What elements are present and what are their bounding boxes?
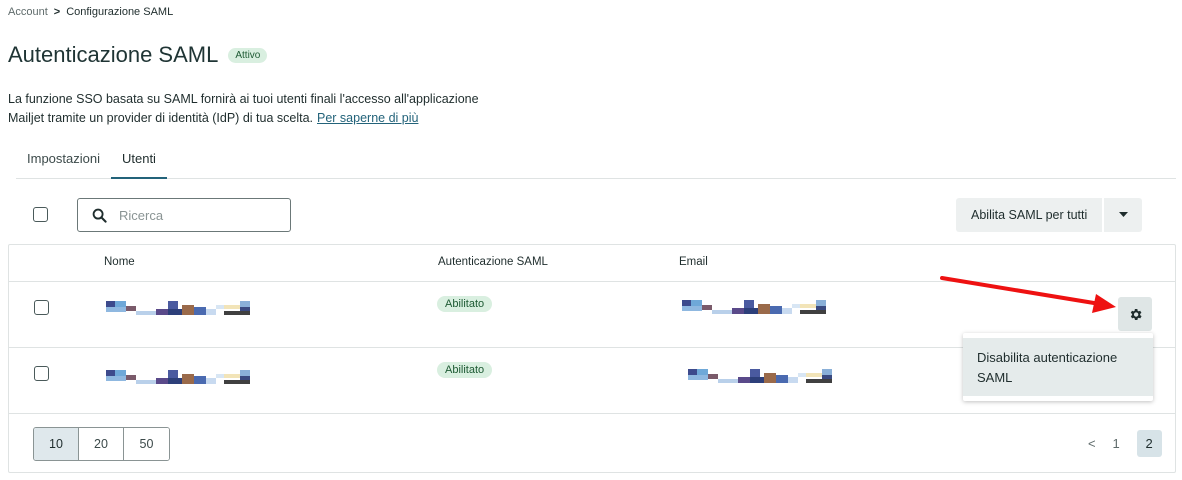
description-line-2: Mailjet tramite un provider di identità …	[8, 109, 568, 128]
row-checkbox[interactable]	[34, 366, 49, 381]
redacted-name	[106, 370, 250, 384]
column-header-name: Nome	[104, 256, 135, 268]
row-actions-menu: Disabilita autenticazione SAML	[963, 333, 1153, 401]
search-box[interactable]	[77, 198, 291, 232]
select-all-checkbox[interactable]	[33, 207, 48, 222]
page-size-10[interactable]: 10	[34, 428, 80, 460]
column-header-email: Email	[679, 256, 708, 268]
menu-item-disable-saml[interactable]: Disabilita autenticazione SAML	[963, 338, 1153, 396]
pagination: < 1 2	[1088, 430, 1162, 457]
breadcrumb-account-link[interactable]: Account	[8, 6, 48, 18]
search-input[interactable]	[119, 207, 269, 223]
breadcrumb: Account > Configurazione SAML	[8, 6, 173, 18]
caret-down-icon	[1118, 212, 1128, 217]
search-icon	[92, 208, 107, 223]
description-line-2-text: Mailjet tramite un provider di identità …	[8, 111, 313, 125]
prev-page-button[interactable]: <	[1088, 436, 1096, 451]
page-title: Autenticazione SAML	[8, 42, 219, 67]
annotation-arrow	[940, 276, 1116, 313]
breadcrumb-current: Configurazione SAML	[66, 6, 174, 18]
breadcrumb-separator: >	[53, 6, 61, 18]
page-size-50[interactable]: 50	[124, 428, 169, 460]
page-2-button[interactable]: 2	[1136, 430, 1162, 457]
row-actions-gear-button[interactable]	[1118, 297, 1152, 331]
redacted-email	[682, 300, 826, 314]
page-description: La funzione SSO basata su SAML fornirà a…	[8, 90, 568, 128]
description-line-1: La funzione SSO basata su SAML fornirà a…	[8, 92, 479, 106]
bulk-action-dropdown-button[interactable]	[1102, 198, 1143, 232]
enable-saml-all-button[interactable]: Abilita SAML per tutti	[956, 198, 1103, 232]
bulk-action-split-button: Abilita SAML per tutti	[956, 198, 1143, 232]
tab-bar: Impostazioni Utenti	[16, 146, 1176, 179]
title-row: Autenticazione SAML Attivo	[8, 42, 268, 68]
gear-icon	[1130, 308, 1142, 320]
redacted-name	[106, 301, 250, 315]
tab-utenti[interactable]: Utenti	[110, 146, 167, 179]
page-size-selector: 10 20 50	[33, 427, 170, 461]
saml-status-badge: Abilitato	[437, 362, 493, 378]
column-header-saml: Autenticazione SAML	[438, 256, 548, 268]
status-badge: Attivo	[228, 47, 268, 63]
saml-status-badge: Abilitato	[437, 296, 493, 312]
page-1-button[interactable]: 1	[1104, 430, 1129, 457]
learn-more-link[interactable]: Per saperne di più	[317, 111, 418, 125]
page-size-20[interactable]: 20	[79, 428, 124, 460]
tab-impostazioni[interactable]: Impostazioni	[16, 146, 111, 179]
redacted-email	[688, 369, 832, 383]
row-checkbox[interactable]	[34, 300, 49, 315]
